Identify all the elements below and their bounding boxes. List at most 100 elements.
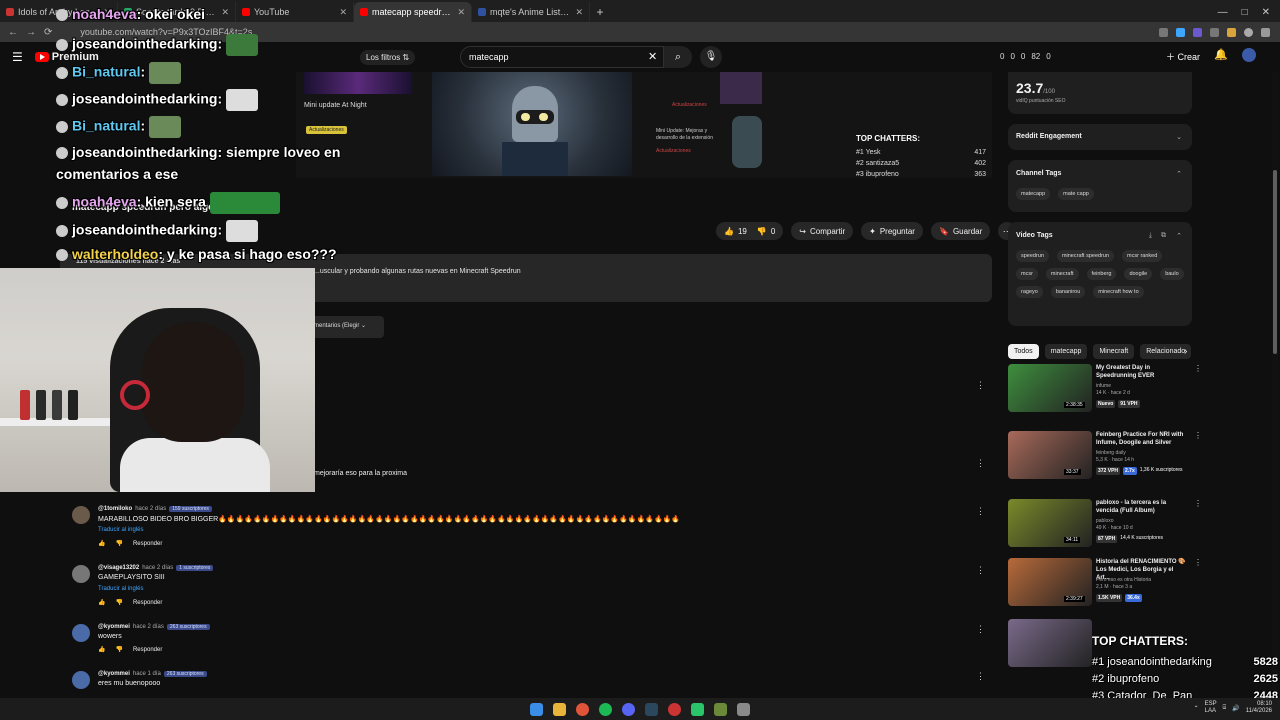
comment-more-icon[interactable]: ⋮: [976, 380, 985, 391]
ask-button[interactable]: ✦ Preguntar: [861, 222, 923, 240]
folder-icon[interactable]: [553, 702, 566, 716]
comment-author[interactable]: @1tomiloko: [98, 506, 132, 512]
video-tag[interactable]: mcsr ranked: [1122, 250, 1163, 262]
app-icon[interactable]: [737, 702, 750, 716]
reload-icon[interactable]: ⟳: [44, 27, 52, 38]
more-icon[interactable]: ⋮: [1194, 431, 1202, 440]
filter-chip[interactable]: Todos: [1008, 344, 1039, 359]
extension-icon[interactable]: [1176, 27, 1185, 37]
video-tag[interactable]: minecraft: [1045, 268, 1079, 280]
discord-icon[interactable]: [622, 702, 635, 716]
comment-author[interactable]: @visage13202: [98, 565, 139, 571]
chevron-down-icon[interactable]: ⌄: [1176, 133, 1182, 141]
thumbs-up-icon[interactable]: 👍: [98, 646, 105, 653]
maximize-icon[interactable]: □: [1242, 7, 1248, 18]
chrome-icon[interactable]: [576, 702, 589, 716]
dislike-button[interactable]: 👎: [757, 227, 767, 236]
browser-tab[interactable]: mqte's Anime List - MyAnimeL ✕: [472, 2, 590, 22]
close-icon[interactable]: ✕: [575, 7, 583, 18]
more-icon[interactable]: ⋮: [1194, 364, 1202, 373]
thumbs-up-icon[interactable]: 👍: [98, 540, 105, 547]
windows-start-icon[interactable]: [530, 702, 543, 716]
menu-icon[interactable]: [1261, 27, 1270, 37]
filter-chip[interactable]: matecapp: [1044, 344, 1088, 359]
close-window-icon[interactable]: ✕: [1262, 7, 1270, 18]
comment-author[interactable]: @kyommei: [98, 624, 130, 630]
forward-icon[interactable]: →: [26, 27, 36, 38]
save-button[interactable]: 🔖 Guardar: [930, 222, 991, 240]
chevron-up-icon[interactable]: ⌃: [1176, 170, 1182, 178]
more-icon[interactable]: ⋮: [1194, 558, 1202, 567]
video-tag[interactable]: rageyo: [1016, 286, 1043, 298]
chevron-up-icon[interactable]: ⌃: [1176, 232, 1182, 240]
extension-icon[interactable]: [1210, 27, 1219, 37]
recommended-video[interactable]: 34:11 pabloxo - la tercera es la vencida …: [1008, 499, 1202, 551]
reply-button[interactable]: Responder: [133, 600, 162, 606]
thumbs-up-icon[interactable]: 👍: [98, 599, 105, 606]
scrollbar[interactable]: [1272, 72, 1278, 698]
search-input[interactable]: matecapp: [460, 46, 664, 68]
download-icon[interactable]: ⤓: [1149, 232, 1152, 240]
thumbs-down-icon[interactable]: 👎: [115, 540, 122, 547]
channel-tag[interactable]: mate capp: [1058, 188, 1094, 200]
video-tag[interactable]: speedrun: [1016, 250, 1049, 262]
video-tag[interactable]: feinberg: [1086, 268, 1117, 280]
channel-name[interactable]: pabloxo: [1096, 518, 1114, 524]
spotify-icon[interactable]: [599, 702, 612, 716]
create-button[interactable]: ＋ Crear: [1166, 50, 1200, 63]
volume-icon[interactable]: 🔊: [1232, 705, 1239, 712]
channel-name[interactable]: feinberg daily: [1096, 450, 1126, 456]
comment-author[interactable]: @kyommei: [98, 671, 130, 677]
scrollbar-thumb[interactable]: [1273, 170, 1277, 354]
avatar[interactable]: [72, 624, 90, 642]
comment-more-icon[interactable]: ⋮: [976, 458, 985, 469]
video-title[interactable]: pabloxo - la tercera es la vencida (Full…: [1096, 499, 1188, 515]
thumbs-down-icon[interactable]: 👎: [115, 599, 122, 606]
browser-icon[interactable]: [668, 702, 681, 716]
voice-search-button[interactable]: 🎙: [700, 46, 722, 68]
avatar[interactable]: [1242, 48, 1256, 62]
profile-icon[interactable]: [1244, 27, 1253, 37]
reddit-card[interactable]: Reddit Engagement ⌄: [1008, 124, 1192, 150]
avatar[interactable]: [72, 671, 90, 689]
steam-icon[interactable]: [645, 702, 658, 716]
recommended-video[interactable]: 33:37 Feinberg Practice For NRI with Infu…: [1008, 431, 1202, 483]
share-button[interactable]: ↪ Compartir: [791, 222, 854, 240]
like-button[interactable]: 👍 19 👎 0: [716, 222, 784, 240]
extension-icon[interactable]: [1193, 27, 1202, 37]
clear-search-icon[interactable]: ✕: [648, 50, 657, 63]
comment-more-icon[interactable]: ⋮: [976, 671, 985, 682]
channel-name[interactable]: infume: [1096, 383, 1111, 389]
avatar[interactable]: [72, 506, 90, 524]
thumbs-down-icon[interactable]: 👎: [115, 646, 122, 653]
video-player[interactable]: Mini update At Night Actualizaciones Act…: [296, 72, 992, 178]
hamburger-icon[interactable]: ☰: [12, 50, 23, 64]
network-icon[interactable]: ⌸: [1223, 705, 1227, 712]
video-tag[interactable]: mcsr: [1016, 268, 1038, 280]
clock[interactable]: 08:10 11/4/2026: [1246, 701, 1272, 715]
search-button[interactable]: ⌕: [664, 46, 692, 68]
comment-more-icon[interactable]: ⋮: [976, 624, 985, 635]
comment-more-icon[interactable]: ⋮: [976, 565, 985, 576]
back-icon[interactable]: ←: [8, 27, 18, 38]
sort-comments-button[interactable]: mentarios (Elegir ⌄: [310, 316, 384, 338]
avatar[interactable]: [72, 565, 90, 583]
language-indicator[interactable]: ESP LAA: [1205, 701, 1217, 715]
video-tag[interactable]: minecraft speedrun: [1056, 250, 1115, 262]
recommended-video[interactable]: 2:38:35 My Greatest Day in Speedrunning E…: [1008, 364, 1202, 416]
channel-name[interactable]: Pero eso es otra Historia: [1096, 577, 1151, 583]
filter-chip[interactable]: Minecraft: [1093, 344, 1135, 359]
reply-button[interactable]: Responder: [133, 541, 162, 547]
copy-icon[interactable]: ⧉: [1161, 232, 1166, 240]
video-tag[interactable]: minecraft how to: [1093, 286, 1144, 298]
video-tag[interactable]: baulo: [1160, 268, 1184, 280]
close-icon[interactable]: ✕: [457, 7, 465, 18]
bell-icon[interactable]: 🔔: [1214, 48, 1228, 61]
extension-icon[interactable]: [1159, 27, 1168, 37]
translate-link[interactable]: Traducir al inglés: [98, 586, 143, 592]
translate-link[interactable]: Traducir al inglés: [98, 527, 143, 533]
more-icon[interactable]: ⋮: [1194, 499, 1202, 508]
channel-tag[interactable]: matecapp: [1016, 188, 1051, 200]
recommended-video[interactable]: 2:39:27 Historia del RENACIMIENTO 🎨 Los M…: [1008, 558, 1202, 610]
video-title[interactable]: Feinberg Practice For NRI with Infume, D…: [1096, 431, 1188, 447]
